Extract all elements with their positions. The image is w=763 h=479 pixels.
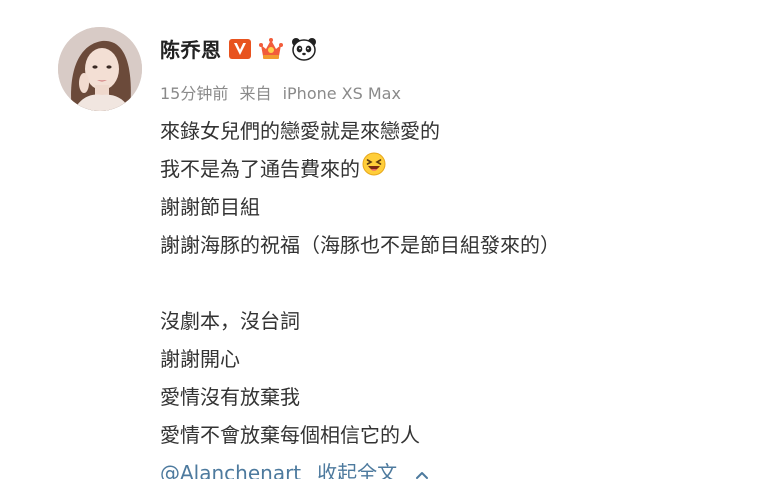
username[interactable]: 陈乔恩 — [160, 34, 222, 63]
avatar-image — [58, 27, 142, 111]
mention-link[interactable]: @Alanchenart — [160, 454, 301, 479]
panda-icon[interactable] — [291, 37, 317, 61]
text-line-2: 我不是為了通告費來的 — [160, 157, 360, 181]
text-line: 謝謝開心 — [160, 340, 560, 378]
text-line-6: 謝謝開心 — [160, 347, 240, 371]
text-line-5: 沒劇本，沒台詞 — [160, 309, 300, 333]
source-device[interactable]: iPhone XS Max — [283, 84, 401, 103]
chevron-up-icon — [415, 454, 429, 479]
crown-level-icon[interactable] — [258, 37, 284, 61]
text-line: 沒劇本，沒台詞 — [160, 302, 560, 340]
post-meta: 15分钟前 来自 iPhone XS Max — [160, 80, 401, 104]
collapse-label: 收起全文 — [317, 461, 398, 479]
text-line: 謝謝海豚的祝福（海豚也不是節目組發來的） — [160, 226, 560, 264]
post-time[interactable]: 15分钟前 — [160, 84, 228, 103]
text-line: 愛情不會放棄每個相信它的人 — [160, 416, 560, 454]
text-line-4: 謝謝海豚的祝福（海豚也不是節目組發來的） — [160, 233, 560, 257]
laughing-emoji-icon — [362, 150, 386, 188]
source-prefix: 来自 — [239, 84, 272, 103]
avatar[interactable] — [58, 27, 142, 111]
text-line: 來錄女兒們的戀愛就是來戀愛的 — [160, 112, 560, 150]
post-footer: @Alanchenart 收起全文 — [160, 454, 560, 479]
text-line: 謝謝節目組 — [160, 188, 560, 226]
text-line-8: 愛情不會放棄每個相信它的人 — [160, 423, 420, 447]
post-content: 來錄女兒們的戀愛就是來戀愛的 我不是為了通告費來的 謝謝節目組 謝謝海豚的祝福（… — [160, 112, 560, 479]
weibo-post: 陈乔恩 15分钟前 来自 iPhone XS Max 來錄女兒們的戀愛就是來戀愛… — [0, 0, 763, 479]
post-header: 陈乔恩 — [160, 34, 317, 63]
collapse-button[interactable]: 收起全文 — [317, 454, 429, 479]
text-line: 我不是為了通告費來的 — [160, 150, 560, 188]
text-line: 愛情沒有放棄我 — [160, 378, 560, 416]
text-line-3: 謝謝節目組 — [160, 195, 260, 219]
vip-v-badge-icon[interactable] — [228, 38, 251, 59]
text-line-7: 愛情沒有放棄我 — [160, 385, 300, 409]
text-line-1: 來錄女兒們的戀愛就是來戀愛的 — [160, 119, 440, 143]
